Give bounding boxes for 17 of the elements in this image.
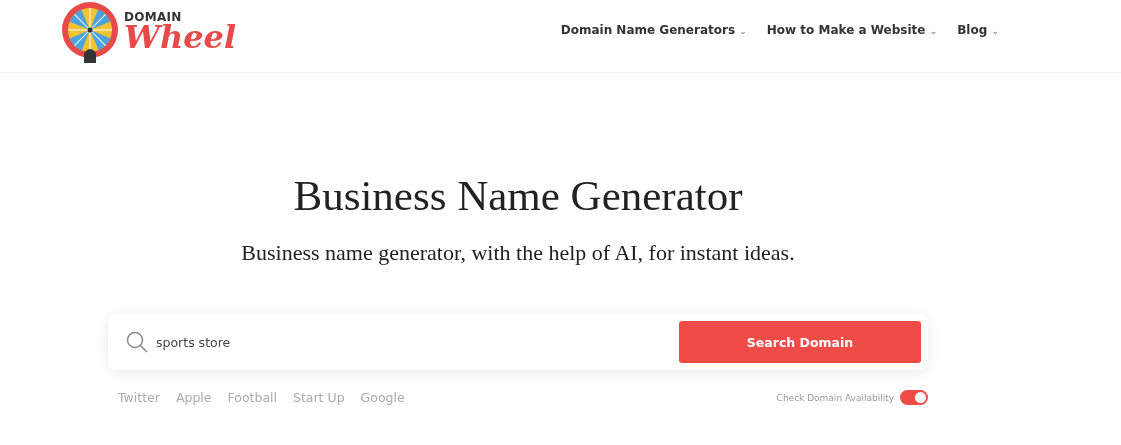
nav-link[interactable]: Domain Name Generators ⌄ <box>560 23 747 37</box>
search-domain-button[interactable]: Search Domain <box>679 321 921 363</box>
availability-label: Check Domain Availability <box>776 392 894 403</box>
suggestion-link[interactable]: Apple <box>175 390 212 405</box>
page-title: Business Name Generator <box>293 171 743 220</box>
page-subtitle: Business name generator, with the help of AI, for instant ideas. <box>241 240 795 266</box>
nav-link[interactable]: How to Make a Website ⌄ <box>766 23 938 37</box>
suggestion-link[interactable]: Start Up <box>293 390 345 405</box>
search-icon <box>126 331 148 353</box>
suggestion-link[interactable]: Google <box>360 390 405 405</box>
availability-toggle[interactable] <box>900 390 928 405</box>
suggestion-link[interactable]: Twitter <box>118 390 160 405</box>
logo-text: DOMAIN <box>124 11 183 23</box>
search-field[interactable]: sports store <box>154 333 669 351</box>
nav-link[interactable]: Blog ⌄ <box>957 23 999 37</box>
logo-script-text: Wheel <box>124 21 237 53</box>
suggestion-link[interactable]: Football <box>227 390 277 405</box>
